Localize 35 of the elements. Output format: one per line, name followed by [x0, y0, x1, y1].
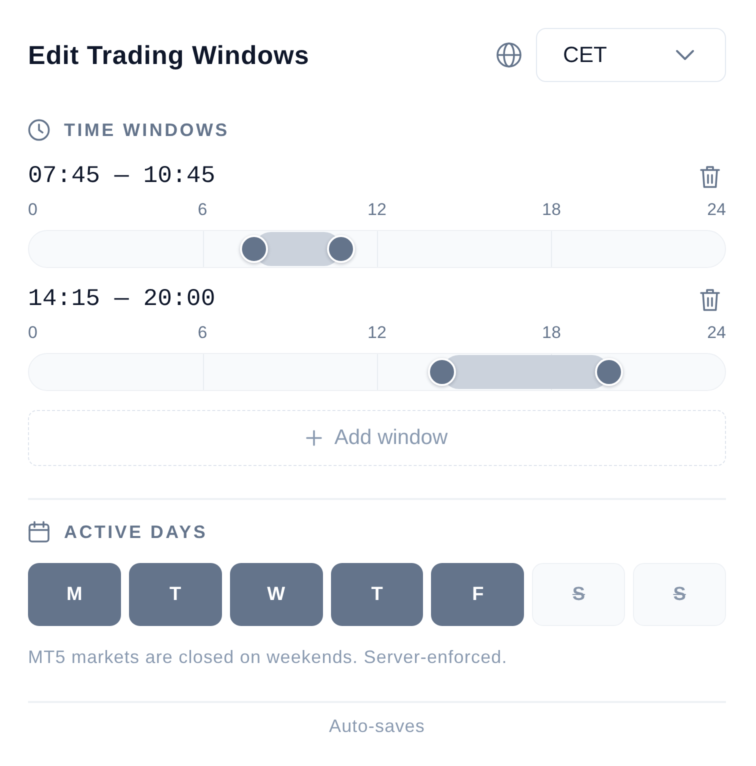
- calendar-icon: [28, 521, 50, 543]
- day-toggle[interactable]: W: [230, 563, 323, 626]
- hour-tick-label: 24: [707, 200, 726, 220]
- globe-icon: [496, 42, 522, 68]
- autosave-status: Auto-saves: [328, 716, 426, 736]
- time-range-label: 14:15 — 20:00: [28, 286, 216, 314]
- clock-icon: [28, 119, 50, 141]
- hour-tick-label: 18: [542, 323, 561, 343]
- hour-tick-label: 6: [198, 200, 208, 220]
- section-heading: ACTIVE DAYS: [64, 522, 208, 542]
- day-toggle[interactable]: T: [330, 563, 424, 626]
- timezone-select[interactable]: CET: [536, 28, 726, 82]
- section-heading: TIME WINDOWS: [64, 120, 230, 140]
- slider-handle[interactable]: [240, 235, 268, 263]
- day-toggle[interactable]: M: [28, 563, 121, 626]
- hour-tick-label: 6: [198, 323, 208, 343]
- hint-text: MT5 markets are closed on weekends. Server-enforced.: [28, 647, 508, 667]
- slider-handle[interactable]: [428, 358, 456, 386]
- panel-title: Edit Trading Windows: [28, 40, 310, 70]
- trash-icon[interactable]: [700, 288, 720, 312]
- day-toggle[interactable]: T: [128, 563, 222, 626]
- day-toggle[interactable]: F: [431, 563, 524, 626]
- plus-icon: [306, 430, 322, 446]
- add-window-button[interactable]: Add window: [28, 410, 726, 466]
- hour-tick-label: 12: [368, 323, 386, 343]
- hour-tick-label: 12: [368, 200, 386, 220]
- hour-tick-label: 18: [542, 200, 561, 220]
- range-slider-track[interactable]: [28, 353, 726, 391]
- chevron-down-icon: [675, 49, 695, 61]
- time-range-label: 07:45 — 10:45: [28, 163, 216, 191]
- hour-tick-label: 24: [707, 323, 726, 343]
- range-slider-track[interactable]: [28, 230, 726, 268]
- hour-tick-label: 0: [28, 200, 38, 220]
- trash-icon[interactable]: [700, 165, 720, 189]
- hour-tick-label: 0: [28, 323, 38, 343]
